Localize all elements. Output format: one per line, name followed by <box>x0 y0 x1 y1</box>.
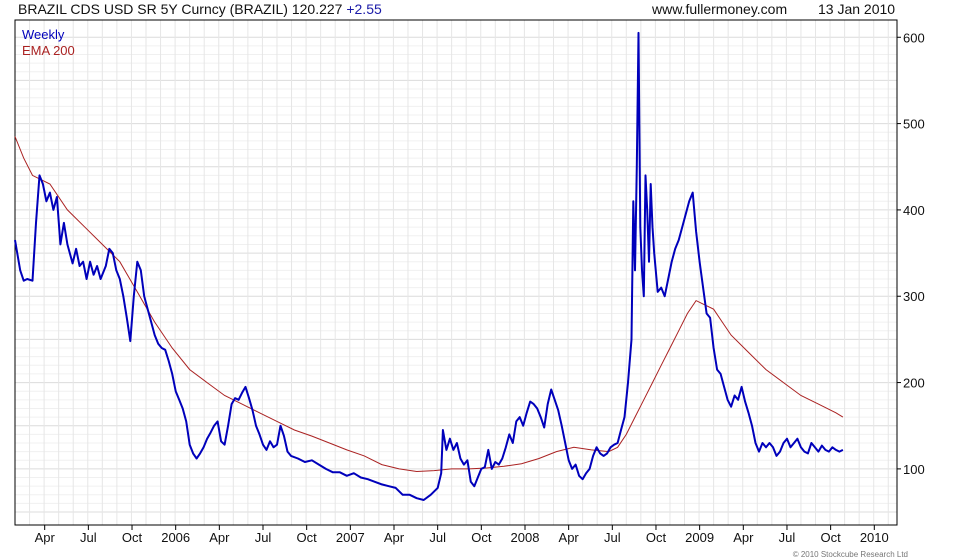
legend-weekly: Weekly <box>22 27 65 42</box>
y-tick-label: 400 <box>903 203 925 218</box>
x-tick-label: 2008 <box>511 530 540 545</box>
legend-ema: EMA 200 <box>22 43 75 58</box>
line-chart: Apr Jul Oct 2006 Apr Jul Oct 2007 Apr Jul Oct 2008 A… <box>14 19 925 545</box>
x-tick-label: Oct <box>471 530 492 545</box>
x-tick-label: Jul <box>80 530 97 545</box>
y-tick-label: 100 <box>903 462 925 477</box>
x-tick-label: Oct <box>646 530 667 545</box>
y-tick-label: 200 <box>903 376 925 391</box>
x-tick-label: Oct <box>122 530 143 545</box>
x-tick-label: Oct <box>821 530 842 545</box>
x-tick-label: Jul <box>604 530 621 545</box>
x-tick-label: Apr <box>209 530 230 545</box>
x-tick-label: Apr <box>733 530 754 545</box>
x-tick-label: 2006 <box>161 530 190 545</box>
x-tick-label: Oct <box>297 530 318 545</box>
copyright: © 2010 Stockcube Research Ltd <box>792 550 908 559</box>
x-tick-label: Jul <box>429 530 446 545</box>
x-tick-label: 2010 <box>860 530 889 545</box>
y-tick-label: 500 <box>903 117 925 132</box>
x-tick-label: Jul <box>255 530 272 545</box>
y-tick-label: 600 <box>903 30 925 45</box>
x-tick-label: 2007 <box>336 530 365 545</box>
x-tick-label: 2009 <box>685 530 714 545</box>
x-tick-label: Jul <box>779 530 796 545</box>
x-tick-label: Apr <box>559 530 580 545</box>
x-tick-label: Apr <box>384 530 405 545</box>
y-tick-label: 300 <box>903 289 925 304</box>
x-tick-label: Apr <box>35 530 56 545</box>
plot-area <box>15 20 897 525</box>
